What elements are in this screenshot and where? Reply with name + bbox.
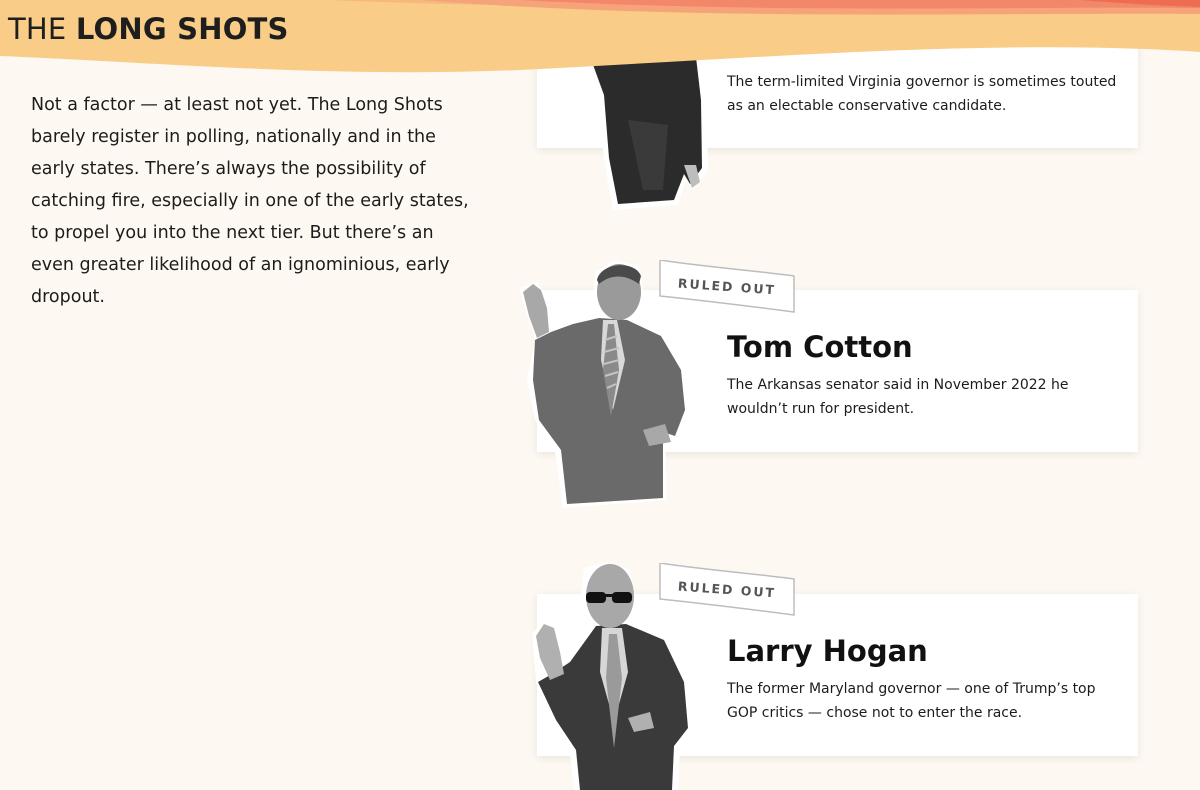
page-title: THE LONG SHOTS (8, 12, 289, 46)
candidate-name: Larry Hogan (727, 634, 928, 668)
intro-paragraph: Not a factor — at least not yet. The Lon… (31, 95, 469, 307)
page-title-light: THE (8, 12, 76, 46)
ruled-out-badge: RULED OUT (658, 563, 796, 616)
candidate-name: Tom Cotton (727, 330, 913, 364)
page-title-bold: LONG SHOTS (75, 12, 289, 46)
candidate-description: The Arkansas senator said in November 20… (727, 377, 1069, 417)
candidate-description: The former Maryland governor — one of Tr… (727, 681, 1096, 721)
section-header: THE LONG SHOTS (0, 0, 1200, 100)
ruled-out-badge: RULED OUT (658, 260, 796, 313)
